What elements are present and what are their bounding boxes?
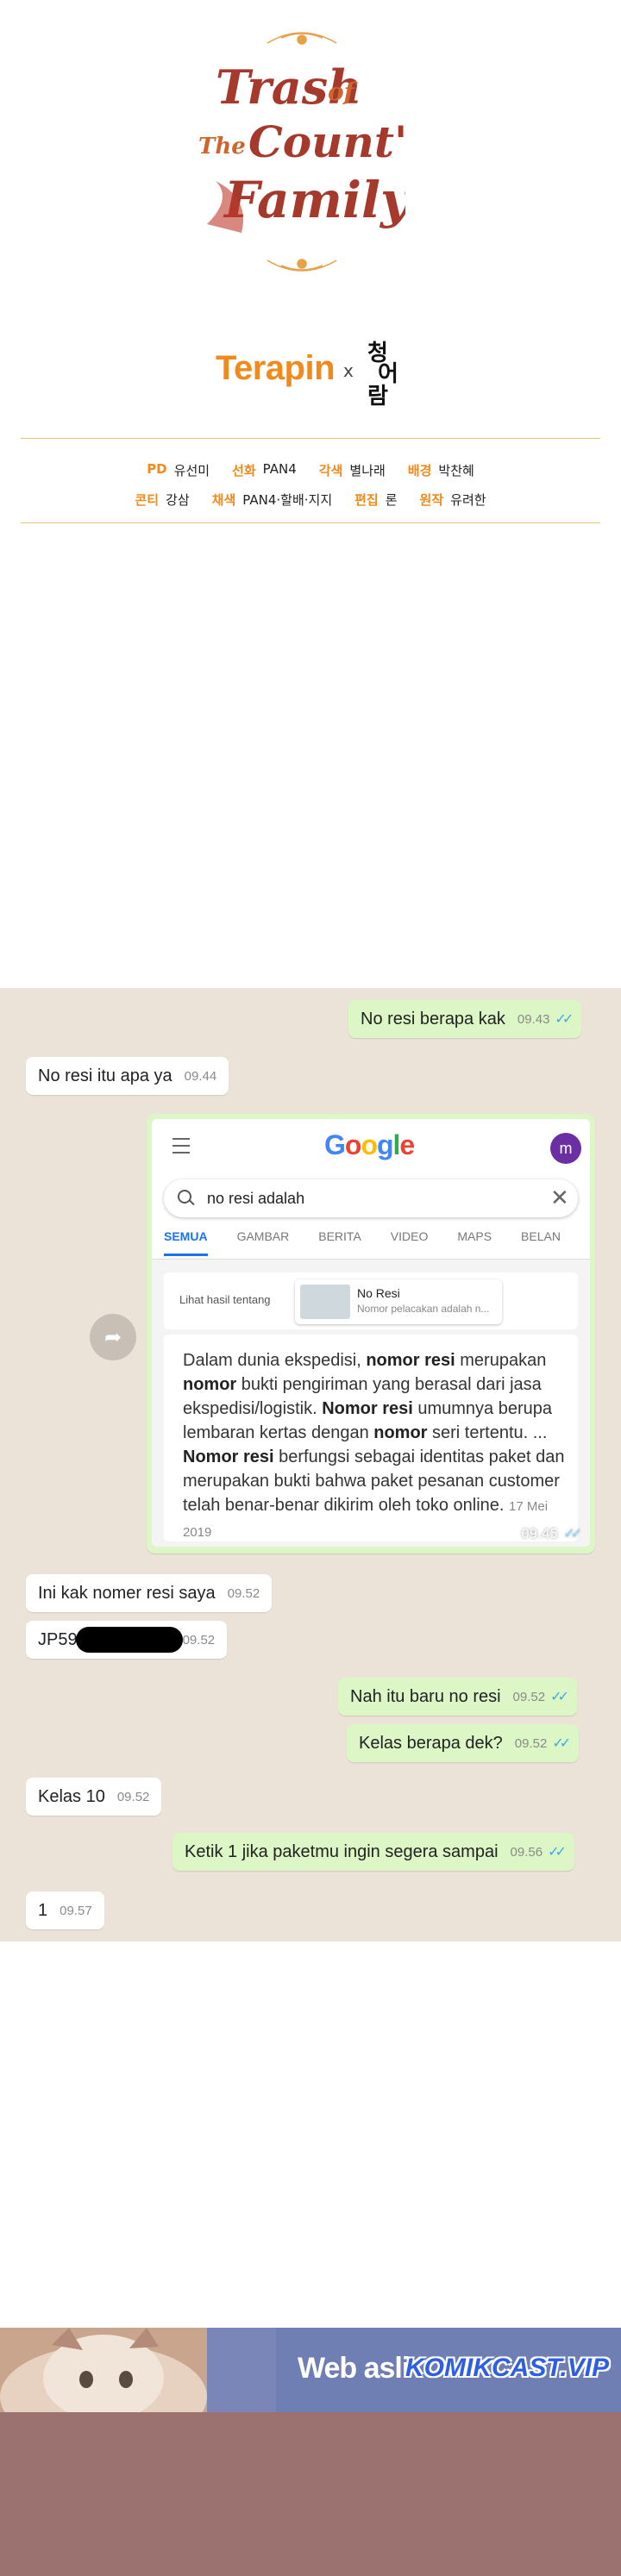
title-logo: Trash of The Count's Family (198, 32, 405, 272)
credits-top-rule (21, 438, 600, 439)
message-bubble-out: Ketik 1 jika paketmu ingin segera sampai… (172, 1833, 574, 1871)
read-ticks-icon: ✓✓ (563, 1525, 582, 1541)
credits-row: 콘티 강삼 채색 PAN4·할배·지지 편집 론 원작 유려한 (0, 485, 621, 514)
snippet-run: Dalam dunia ekspedisi, (183, 1351, 367, 1370)
snippet-run: nomor (373, 1423, 428, 1442)
tab-video: VIDEO (390, 1229, 429, 1243)
credits: PD 유선미 선화 PAN4 각색 별나래 배경 박찬혜 콘티 강삼 채색 PAN4·할배·… (0, 455, 621, 514)
times-sign: x (343, 360, 354, 381)
banner-site-link[interactable]: KOMIKCAST.VIP (405, 2354, 609, 2383)
credit-item: PD 유선미 (147, 460, 210, 478)
related-topic-card: Lihat hasil tentang No Resi Nomor pelaca… (164, 1272, 578, 1329)
topic-thumbnail (300, 1285, 350, 1319)
tab-belanja: BELAN (521, 1229, 561, 1243)
credit-item: 채색 PAN4·할배·지지 (211, 491, 333, 508)
title-word-count: Count's (248, 116, 405, 167)
snippet-run: nomor resi (366, 1351, 455, 1370)
credit-item: 선화 PAN4 (232, 460, 297, 478)
title-word-family: Family (223, 171, 405, 229)
google-tabs: SEMUA GAMBAR BERITA VIDEO MAPS BELAN (164, 1229, 590, 1259)
tab-semua: SEMUA (164, 1229, 208, 1256)
title-word-of: of (328, 78, 359, 106)
message-bubble-out: Kelas berapa dek? 09.52 ✓✓ (347, 1724, 580, 1762)
site-banner[interactable]: Web asli KOMIKCAST.VIP (0, 2328, 621, 2412)
search-box: no resi adalah ✕ (164, 1179, 578, 1217)
svg-text:람: 람 (367, 384, 388, 407)
credits-bottom-rule (21, 522, 600, 523)
snippet-run: Nomor resi (322, 1399, 413, 1418)
topic-chip: No Resi Nomor pelacakan adalah n... (295, 1279, 502, 1324)
message-bubble-in: JP59 09.52 (26, 1621, 228, 1659)
banner-text: Web asli (298, 2352, 410, 2385)
credit-item: 편집 론 (354, 491, 398, 508)
snippet-run: nomor (183, 1375, 237, 1394)
footer-block (0, 2412, 621, 2576)
image-message[interactable]: Google m no resi adalah ✕ SEMUA GAMBAR B… (147, 1114, 595, 1554)
credit-item: 콘티 강삼 (135, 491, 190, 508)
snippet-run: seri tertentu. ... (427, 1423, 548, 1442)
search-icon (178, 1190, 191, 1204)
credits-row: PD 유선미 선화 PAN4 각색 별나래 배경 박찬혜 (0, 455, 621, 485)
share-icon[interactable]: ➦ (90, 1314, 136, 1360)
topic-subtitle: Nomor pelacakan adalah n... (357, 1303, 490, 1315)
read-ticks-icon: ✓✓ (555, 1012, 574, 1027)
credit-item: 배경 박찬혜 (407, 462, 474, 478)
avatar: m (550, 1133, 581, 1164)
message-bubble-out: Nah itu baru no resi 09.52 ✓✓ (338, 1678, 577, 1716)
close-icon: ✕ (550, 1185, 569, 1210)
title-word-the: The (198, 134, 246, 159)
google-topbar: Google m (152, 1119, 590, 1172)
see-results-label: Lihat hasil tentang (179, 1293, 271, 1306)
tab-maps: MAPS (457, 1229, 492, 1243)
read-ticks-icon: ✓✓ (550, 1690, 569, 1704)
image-message-time: 09.45 ✓✓ (521, 1525, 582, 1541)
google-logo: Google (324, 1129, 415, 1160)
tab-berita: BERITA (318, 1229, 361, 1243)
message-bubble-in: Kelas 10 09.52 (26, 1778, 162, 1816)
featured-snippet-card: Dalam dunia ekspedisi, nomor resi merupa… (164, 1335, 578, 1541)
snippet-run: merupakan (455, 1351, 547, 1370)
cat-image (0, 2328, 276, 2412)
read-ticks-icon: ✓✓ (552, 1736, 571, 1751)
hamburger-menu-icon (172, 1138, 190, 1154)
search-query: no resi adalah (207, 1190, 305, 1207)
credit-item: 각색 별나래 (318, 462, 386, 478)
message-bubble-in: 1 09.57 (26, 1891, 104, 1929)
message-bubble-in: No resi itu apa ya 09.44 (26, 1057, 229, 1095)
google-search-screenshot: Google m no resi adalah ✕ SEMUA GAMBAR B… (152, 1119, 590, 1547)
tab-gambar: GAMBAR (236, 1229, 290, 1243)
chat-screenshot: No resi berapa kak 09.43 ✓✓ No resi itu ap… (0, 988, 621, 1941)
redacted-number (75, 1627, 183, 1653)
credit-item: 원작 유려한 (419, 491, 486, 508)
read-ticks-icon: ✓✓ (548, 1845, 567, 1860)
snippet-run: Nomor resi (183, 1447, 274, 1466)
message-bubble-in: Ini kak nomer resi saya 09.52 (26, 1574, 273, 1612)
terapin-logo: Terapin (216, 349, 336, 387)
featured-snippet-text: Dalam dunia ekspedisi, nomor resi merupa… (183, 1348, 571, 1545)
cheongeoram-logo: 청 어 람 (367, 341, 398, 407)
message-bubble-out: No resi berapa kak 09.43 ✓✓ (348, 1000, 582, 1038)
topic-title: No Resi (357, 1286, 400, 1300)
